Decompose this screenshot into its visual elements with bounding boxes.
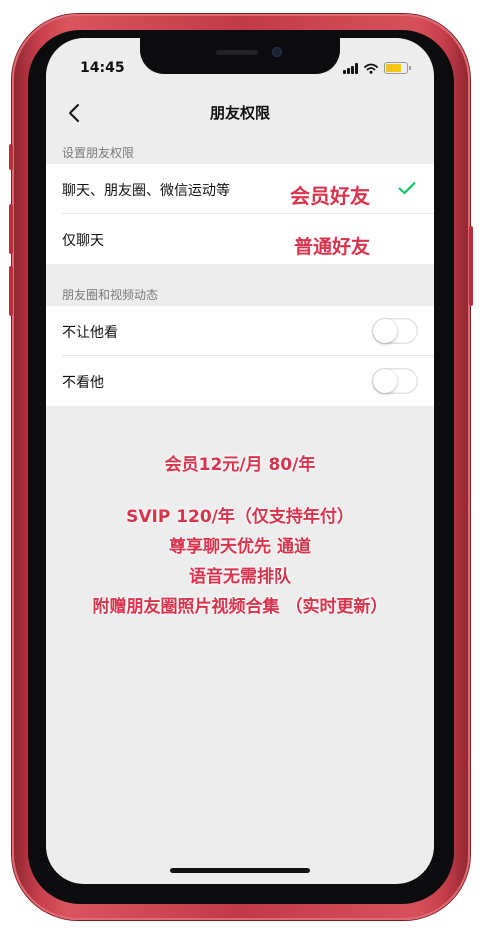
section-header-moments-video: 朋友圈和视频动态: [62, 288, 159, 302]
member-friend-tag: 会员好友: [290, 184, 370, 208]
status-time: 14:45: [80, 60, 125, 76]
row-label: 不看他: [62, 375, 104, 391]
hide-their-moments-toggle[interactable]: [372, 368, 418, 394]
hide-my-moments-toggle[interactable]: [372, 318, 418, 344]
section-header-friend-permissions: 设置朋友权限: [62, 146, 135, 160]
status-icons: [343, 62, 411, 74]
power-button: [469, 226, 473, 306]
row-hide-their-moments: 不看他: [46, 356, 434, 406]
nav-bar: 朋友权限: [46, 92, 434, 134]
voice-line: 语音无需排队: [189, 567, 291, 587]
svip-line: SVIP 120/年（仅支持年付）: [126, 507, 354, 527]
permissions-group: 聊天、朋友圈、微信运动等 仅聊天: [46, 164, 434, 264]
row-label: 不让他看: [62, 325, 118, 341]
option-label: 仅聊天: [62, 233, 104, 249]
normal-friend-tag: 普通好友: [294, 236, 371, 258]
notch: [140, 38, 340, 74]
wifi-icon: [364, 63, 378, 74]
option-label: 聊天、朋友圈、微信运动等: [62, 183, 230, 199]
front-camera: [272, 47, 282, 57]
bonus-line: 附赠朋友圈照片视频合集 （实时更新）: [92, 597, 388, 617]
phone-screen: 14:45 朋友权限 设置朋友权限 聊天、朋友圈、微信运动等 仅聊天 朋友圈和视…: [46, 38, 434, 884]
speaker-grille: [216, 50, 258, 55]
option-chat-moments-werun[interactable]: 聊天、朋友圈、微信运动等: [46, 164, 434, 214]
page-title: 朋友权限: [209, 104, 270, 122]
home-indicator[interactable]: [170, 868, 310, 873]
moments-group: 不让他看 不看他: [46, 306, 434, 406]
battery-icon: [384, 62, 411, 74]
check-icon: [398, 182, 416, 194]
volume-down-button: [9, 266, 13, 316]
price-line: 会员12元/月 80/年: [164, 455, 316, 475]
priority-line: 尊享聊天优先 通道: [169, 537, 311, 557]
side-button-left: [9, 144, 13, 170]
option-chat-only[interactable]: 仅聊天: [46, 214, 434, 264]
row-hide-my-moments: 不让他看: [46, 306, 434, 356]
cellular-signal-icon: [343, 62, 358, 74]
volume-up-button: [9, 204, 13, 254]
